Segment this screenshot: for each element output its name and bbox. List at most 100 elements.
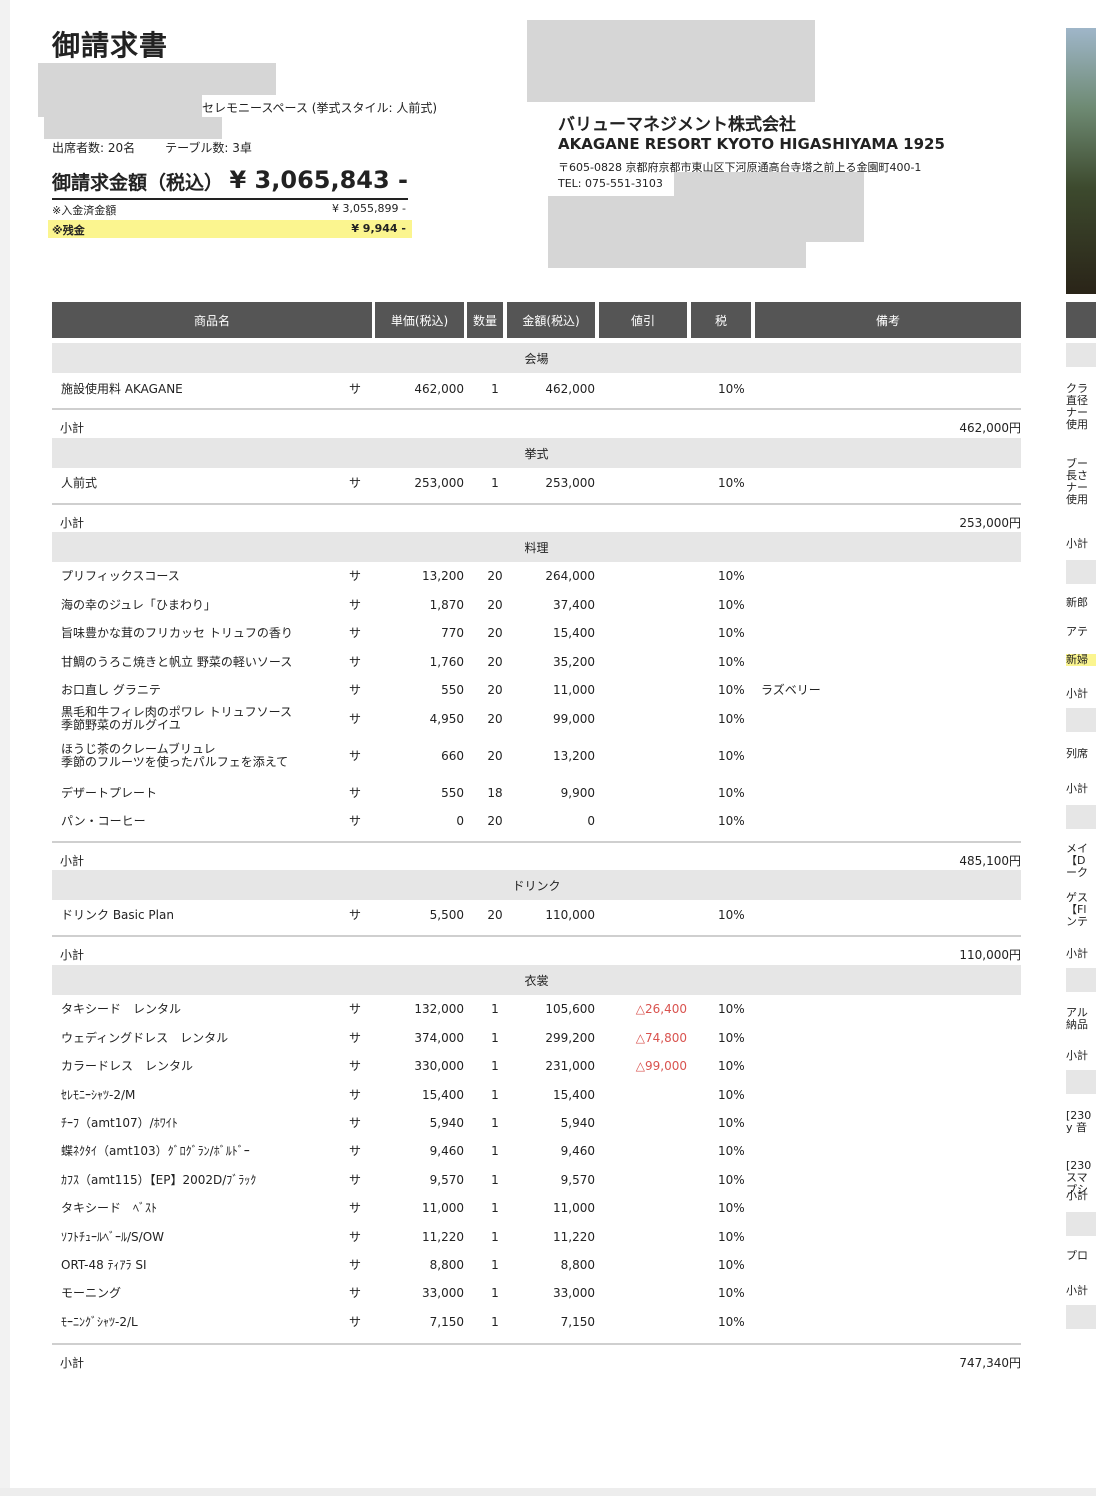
item-quantity: 1 bbox=[491, 1315, 499, 1329]
item-amount: 253,000 bbox=[545, 476, 595, 490]
item-name-line: プリフィックスコース bbox=[61, 569, 180, 583]
item-amount: 99,000 bbox=[553, 712, 595, 726]
subtotal-label: 小計 bbox=[60, 516, 85, 530]
next-page-fragment: 小計 bbox=[1066, 783, 1088, 795]
item-amount: 33,000 bbox=[553, 1286, 595, 1300]
next-page-fragment: ゲス bbox=[1066, 892, 1088, 904]
item-name: ドリンク Basic Plan bbox=[61, 909, 174, 922]
item-tax-rate: 10% bbox=[718, 598, 745, 612]
next-page-fragment: 列席 bbox=[1066, 748, 1088, 760]
total-label: 御請求金額（税込） bbox=[52, 172, 224, 194]
subtotal-row: 小計 485,100円 bbox=[52, 841, 1021, 873]
issuer-company: バリューマネジメント株式会社 bbox=[558, 115, 796, 135]
item-unit-price: 550 bbox=[441, 786, 464, 800]
item-name: モーニング bbox=[61, 1287, 121, 1300]
item-name-line: 季節野菜のガルグイユ bbox=[61, 718, 181, 732]
item-unit-price: 1,760 bbox=[429, 655, 464, 669]
item-amount: 5,940 bbox=[560, 1116, 595, 1130]
next-page-fragment: アル bbox=[1066, 1007, 1088, 1019]
item-name-line: 蝶ﾈｸﾀｲ（amt103）ｸﾞﾛｸﾞﾗﾝ/ﾎﾞﾙﾄﾞｰ bbox=[61, 1144, 250, 1158]
item-amount: 15,400 bbox=[553, 1088, 595, 1102]
attendee-count: 出席者数: 20名 bbox=[52, 141, 136, 155]
item-unit-price: 1,870 bbox=[429, 598, 464, 612]
item-unit-price: 374,000 bbox=[414, 1031, 464, 1045]
item-name-line: デザートプレート bbox=[61, 786, 158, 800]
item-tax-rate: 10% bbox=[718, 786, 745, 800]
item-unit-price: 770 bbox=[441, 626, 464, 640]
item-unit-price: 550 bbox=[441, 683, 464, 697]
item-name: ｾﾚﾓﾆｰｼｬﾂ-2/M bbox=[61, 1089, 135, 1102]
next-page-fragment: メイ bbox=[1066, 843, 1088, 855]
item-amount: 105,600 bbox=[545, 1002, 595, 1016]
subtotal-value: 253,000円 bbox=[959, 516, 1021, 530]
item-unit-price: 13,200 bbox=[422, 569, 464, 583]
item-name-line: ﾁｰﾌ（amt107）/ﾎﾜｲﾄ bbox=[61, 1116, 178, 1130]
next-page-category-bar bbox=[1066, 1070, 1096, 1094]
item-name-line: ｾﾚﾓﾆｰｼｬﾂ-2/M bbox=[61, 1088, 136, 1102]
item-unit-price: 15,400 bbox=[422, 1088, 464, 1102]
item-quantity: 1 bbox=[491, 382, 499, 396]
item-unit-price: 4,950 bbox=[429, 712, 464, 726]
item-name: 旨味豊かな茸のフリカッセ トリュフの香り bbox=[61, 627, 293, 640]
next-page-fragment: ナー bbox=[1066, 482, 1088, 494]
subtotal-label: 小計 bbox=[60, 948, 85, 962]
next-page-fragment: 新郎 bbox=[1066, 597, 1088, 609]
service-charge-mark: サ bbox=[349, 382, 362, 396]
next-page-fragment: 納品 bbox=[1066, 1019, 1088, 1031]
service-charge-mark: サ bbox=[349, 1088, 362, 1102]
item-unit-price: 8,800 bbox=[429, 1258, 464, 1272]
next-page-category-bar bbox=[1066, 1212, 1096, 1236]
item-unit-price: 5,940 bbox=[429, 1116, 464, 1130]
item-name: 人前式 bbox=[61, 477, 97, 490]
item-amount: 299,200 bbox=[545, 1031, 595, 1045]
item-name: ﾓｰﾆﾝｸﾞｼｬﾂ-2/L bbox=[61, 1316, 138, 1329]
item-name-line: 施設使用料 AKAGANE bbox=[61, 382, 183, 396]
item-amount: 15,400 bbox=[553, 626, 595, 640]
redacted-block bbox=[527, 20, 815, 102]
subtotal-value: 747,340円 bbox=[959, 1356, 1021, 1370]
item-quantity: 1 bbox=[491, 1116, 499, 1130]
item-name: 黒毛和牛フィレ肉のポワレ トリュフソース 季節野菜のガルグイユ bbox=[61, 706, 292, 732]
next-page-fragment: クラ bbox=[1066, 383, 1088, 395]
item-unit-price: 5,500 bbox=[429, 908, 464, 922]
item-unit-price: 462,000 bbox=[414, 382, 464, 396]
guest-counts: 出席者数: 20名 テーブル数: 3卓 bbox=[52, 139, 282, 156]
item-amount: 9,460 bbox=[560, 1144, 595, 1158]
item-tax-rate: 10% bbox=[718, 476, 745, 490]
item-unit-price: 660 bbox=[441, 749, 464, 763]
item-unit-price: 7,150 bbox=[429, 1315, 464, 1329]
item-name: ORT-48 ﾃｨｱﾗ SI bbox=[61, 1259, 147, 1272]
item-amount: 37,400 bbox=[553, 598, 595, 612]
item-tax-rate: 10% bbox=[718, 1116, 745, 1130]
item-name-line: お口直し グラニテ bbox=[61, 683, 161, 697]
service-charge-mark: サ bbox=[349, 1201, 362, 1215]
item-unit-price: 0 bbox=[456, 814, 464, 828]
item-quantity: 20 bbox=[487, 683, 503, 697]
venue-photo bbox=[1066, 28, 1096, 294]
item-quantity: 1 bbox=[491, 1286, 499, 1300]
item-quantity: 1 bbox=[491, 476, 499, 490]
item-tax-rate: 10% bbox=[718, 1088, 745, 1102]
item-unit-price: 330,000 bbox=[414, 1059, 464, 1073]
redacted-block bbox=[674, 172, 864, 196]
service-charge-mark: サ bbox=[349, 1258, 362, 1272]
item-amount: 11,000 bbox=[553, 1201, 595, 1215]
item-discount: △99,000 bbox=[635, 1059, 687, 1073]
item-tax-rate: 10% bbox=[718, 1201, 745, 1215]
item-name-line: 甘鯛のうろこ焼きと帆立 野菜の軽いソース bbox=[61, 655, 293, 669]
item-name: 蝶ﾈｸﾀｲ（amt103）ｸﾞﾛｸﾞﾗﾝ/ﾎﾞﾙﾄﾞｰ bbox=[61, 1145, 250, 1158]
subtotal-row: 小計 462,000円 bbox=[52, 408, 1021, 440]
item-name-line: 旨味豊かな茸のフリカッセ トリュフの香り bbox=[61, 626, 293, 640]
service-charge-mark: サ bbox=[349, 786, 362, 800]
item-name: 施設使用料 AKAGANE bbox=[61, 383, 183, 396]
next-page-fragment: 小計 bbox=[1066, 1190, 1088, 1202]
paid-label: ※入金済金額 bbox=[52, 204, 117, 217]
item-amount: 110,000 bbox=[545, 908, 595, 922]
item-amount: 8,800 bbox=[560, 1258, 595, 1272]
col-header-amount: 金額(税込) bbox=[507, 302, 595, 338]
next-page-fragment: 小計 bbox=[1066, 538, 1088, 550]
service-charge-mark: サ bbox=[349, 1116, 362, 1130]
item-amount: 7,150 bbox=[560, 1315, 595, 1329]
next-page-category-bar bbox=[1066, 343, 1096, 367]
item-quantity: 1 bbox=[491, 1002, 499, 1016]
